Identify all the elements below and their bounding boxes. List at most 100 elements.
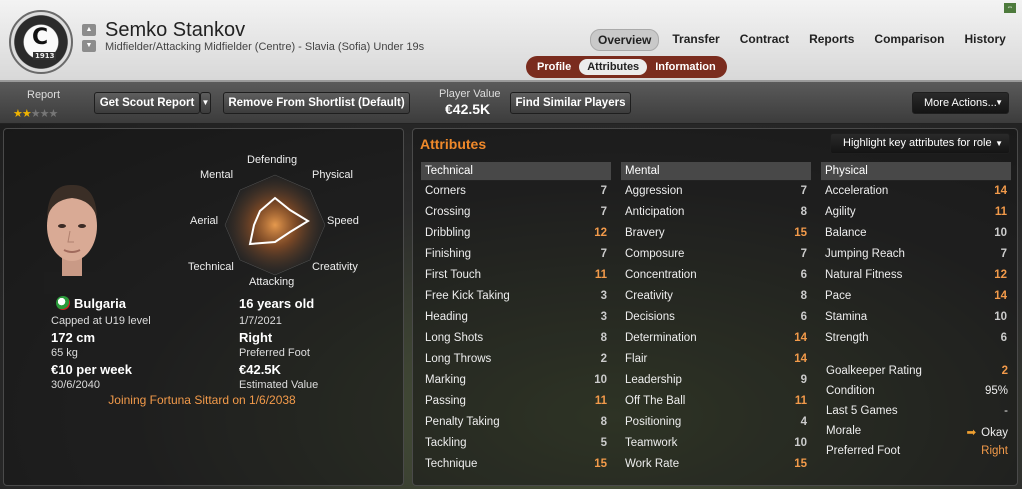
star-icon: ★ [39,108,50,120]
attribute-row[interactable]: Creativity 8 [621,286,811,307]
attribute-name: Free Kick Taking [425,290,510,302]
attribute-row[interactable]: Strength 6 [821,328,1011,349]
attribute-row[interactable]: Concentration 6 [621,265,811,286]
radar-label-mental: Mental [200,169,234,181]
attribute-row[interactable]: Crossing 7 [421,202,611,223]
attribute-row[interactable]: Agility 11 [821,202,1011,223]
attribute-row[interactable]: Long Throws 2 [421,349,611,370]
attribute-row[interactable]: Free Kick Taking 3 [421,286,611,307]
attribute-row[interactable]: Balance 10 [821,223,1011,244]
attribute-name: Flair [625,353,648,365]
attribute-row[interactable]: Bravery 15 [621,223,811,244]
tab-comparison[interactable]: Comparison [867,29,951,51]
extra-value: 95% [984,385,1008,397]
attribute-row[interactable]: Work Rate 15 [621,454,811,475]
technical-header: Technical [421,162,611,181]
report-star-rating: ★★★★★ [13,107,59,120]
player-nav-arrows: ▲ ▼ [82,24,96,56]
attribute-row[interactable]: Composure 7 [621,244,811,265]
tab-history[interactable]: History [957,29,1012,51]
attribute-row[interactable]: Stamina 10 [821,307,1011,328]
attribute-row[interactable]: Pace 14 [821,286,1011,307]
attribute-row[interactable]: Passing 11 [421,391,611,412]
subtab-profile[interactable]: Profile [529,59,579,75]
attribute-row[interactable]: Finishing 7 [421,244,611,265]
attribute-row[interactable]: Marking 10 [421,370,611,391]
player-name: Semko Stankov [105,19,246,41]
get-scout-report-button[interactable]: Get Scout Report [94,92,200,114]
attribute-name: Anticipation [625,206,685,218]
radar-label-attacking: Attacking [249,276,295,288]
attribute-row[interactable]: First Touch 11 [421,265,611,286]
star-icon: ★ [30,108,41,120]
highlight-attributes-label: Highlight key attributes for role [843,137,992,149]
find-similar-players-button[interactable]: Find Similar Players [510,92,631,114]
attribute-row[interactable]: Penalty Taking 8 [421,412,611,433]
tab-transfer[interactable]: Transfer [665,29,726,51]
attribute-row[interactable]: Teamwork 10 [621,433,811,454]
star-icon: ★ [21,108,32,120]
attribute-row[interactable]: Anticipation 8 [621,202,811,223]
attribute-row[interactable]: Positioning 4 [621,412,811,433]
subtab-attributes[interactable]: Attributes [579,59,648,75]
attribute-row[interactable]: Corners 7 [421,181,611,202]
attribute-value: 2 [600,353,607,365]
attribute-row[interactable]: Jumping Reach 7 [821,244,1011,265]
attribute-row[interactable]: Natural Fitness 12 [821,265,1011,286]
attribute-value: 8 [800,206,807,218]
attribute-name: Long Shots [425,332,484,344]
attribute-value: 15 [794,227,807,239]
height: 172 cm [51,330,96,345]
attribute-row[interactable]: Off The Ball 11 [621,391,811,412]
player-value-label: Player Value [439,88,501,100]
star-icon: ★ [48,108,59,120]
attribute-value: 14 [794,332,807,344]
age: 16 years old [239,296,315,311]
nationality[interactable]: Bulgaria [56,296,126,311]
morale-arrow-icon: ➡ [966,427,977,439]
attribute-value: 14 [994,290,1007,302]
highlight-attributes-dropdown[interactable]: Highlight key attributes for role ▼ [830,133,1010,154]
attribute-row[interactable]: Technique 15 [421,454,611,475]
attribute-row[interactable]: Heading 3 [421,307,611,328]
radar-label-speed: Speed [327,215,359,227]
attribute-name: Creativity [625,290,673,302]
attribute-name: Natural Fitness [825,269,903,281]
tab-reports[interactable]: Reports [802,29,861,51]
attribute-row[interactable]: Leadership 9 [621,370,811,391]
tab-overview[interactable]: Overview [590,29,660,51]
attribute-row[interactable]: Decisions 6 [621,307,811,328]
attribute-row[interactable]: Tackling 5 [421,433,611,454]
attribute-name: Aggression [625,185,683,197]
attribute-name: Agility [825,206,856,218]
tab-contract[interactable]: Contract [733,29,796,51]
attribute-name: Teamwork [625,437,678,449]
attribute-row[interactable]: Dribbling 12 [421,223,611,244]
attribute-name: Finishing [425,248,472,260]
extra-label: Morale [826,425,862,437]
transfer-joining-note[interactable]: Joining Fortuna Sittard on 1/6/2038 [0,393,404,407]
attribute-row[interactable]: Aggression 7 [621,181,811,202]
extra-label: Preferred Foot [826,445,901,457]
attribute-value: 8 [600,332,607,344]
window-expand-icon[interactable]: ⇔ [1004,3,1016,13]
attribute-name: Composure [625,248,685,260]
attribute-value: 5 [600,437,607,449]
attribute-row[interactable]: Flair 14 [621,349,811,370]
more-actions-button[interactable]: More Actions... ▼ [912,92,1009,114]
previous-player-arrow-icon[interactable]: ▲ [82,24,96,36]
radar-label-physical: Physical [312,169,353,181]
attribute-row[interactable]: Long Shots 8 [421,328,611,349]
extra-label: Condition [826,385,875,397]
scout-report-dropdown-arrow-icon[interactable]: ▼ [200,92,211,114]
next-player-arrow-icon[interactable]: ▼ [82,40,96,52]
subtab-information[interactable]: Information [647,59,724,75]
remove-from-shortlist-button[interactable]: Remove From Shortlist (Default) [223,92,410,114]
attribute-value: 3 [600,311,607,323]
attribute-row[interactable]: Acceleration 14 [821,181,1011,202]
crest-year: 1913 [33,52,57,60]
attribute-value: 7 [600,206,607,218]
club-crest-icon[interactable]: С 1913 [9,10,73,74]
attribute-row[interactable]: Determination 14 [621,328,811,349]
attribute-value: 12 [594,227,607,239]
